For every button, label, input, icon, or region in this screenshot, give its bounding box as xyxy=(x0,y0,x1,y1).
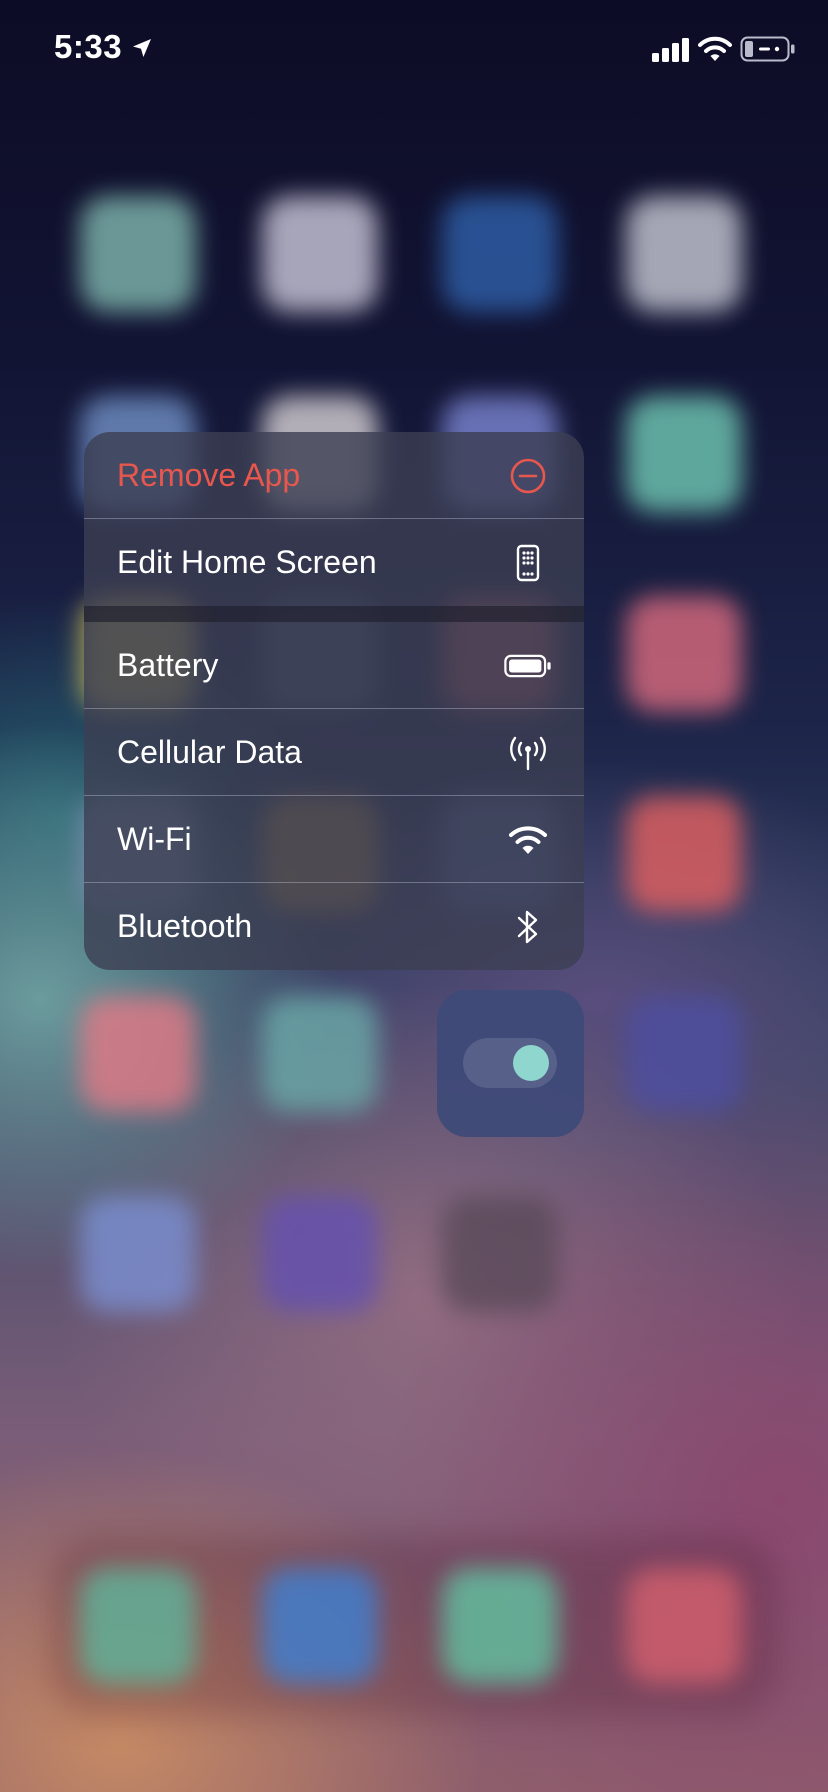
menu-group-separator xyxy=(84,606,584,622)
toggle-knob xyxy=(513,1045,549,1081)
battery-icon xyxy=(504,642,552,690)
blurred-app-icon xyxy=(80,1196,196,1312)
toggle-app-preview[interactable] xyxy=(437,990,584,1137)
blurred-app-icon xyxy=(626,996,742,1112)
blurred-dock-icon xyxy=(80,1568,196,1684)
cellular-data-menu-item[interactable]: Cellular Data xyxy=(84,709,584,796)
bluetooth-icon xyxy=(504,903,552,951)
blurred-app-icon xyxy=(626,396,742,512)
blurred-app-icon xyxy=(626,596,742,712)
wifi-label: Wi-Fi xyxy=(117,821,192,857)
app-context-menu: Remove App Edit Home Screen Battery Cell… xyxy=(84,432,584,970)
cellular-data-label: Cellular Data xyxy=(117,734,302,770)
minus-circle-icon xyxy=(504,452,552,500)
blurred-app-icon xyxy=(442,1196,558,1312)
cellular-signal-icon xyxy=(652,38,689,62)
wifi-menu-item[interactable]: Wi-Fi xyxy=(84,796,584,883)
remove-app-menu-item[interactable]: Remove App xyxy=(84,432,584,519)
blurred-dock-icon xyxy=(262,1568,378,1684)
status-time: 5:33 xyxy=(54,28,123,65)
remove-app-label: Remove App xyxy=(117,457,301,493)
status-bar: 5:33 xyxy=(0,0,828,100)
blurred-app-icon xyxy=(442,196,558,312)
blurred-dock-icon xyxy=(442,1568,558,1684)
blurred-app-icon xyxy=(262,996,378,1112)
blurred-app-icon xyxy=(262,196,378,312)
edit-home-screen-menu-item[interactable]: Edit Home Screen xyxy=(84,519,584,606)
blurred-app-icon xyxy=(262,1196,378,1312)
blurred-dock-icon xyxy=(626,1568,742,1684)
blurred-app-icon xyxy=(80,196,196,312)
toggle-switch-icon xyxy=(463,1038,557,1088)
blurred-app-icon xyxy=(80,996,196,1112)
bluetooth-label: Bluetooth xyxy=(117,908,253,944)
wifi-icon xyxy=(698,36,732,61)
battery-label: Battery xyxy=(117,647,219,683)
wifi-icon xyxy=(504,816,552,864)
blurred-app-icon xyxy=(626,196,742,312)
antenna-icon xyxy=(504,729,552,777)
phone-apps-icon xyxy=(504,539,552,587)
blurred-app-icon xyxy=(626,796,742,912)
battery-menu-item[interactable]: Battery xyxy=(84,622,584,709)
battery-icon xyxy=(740,36,795,62)
edit-home-screen-label: Edit Home Screen xyxy=(117,544,377,580)
location-arrow-icon xyxy=(133,39,151,57)
bluetooth-menu-item[interactable]: Bluetooth xyxy=(84,883,584,970)
